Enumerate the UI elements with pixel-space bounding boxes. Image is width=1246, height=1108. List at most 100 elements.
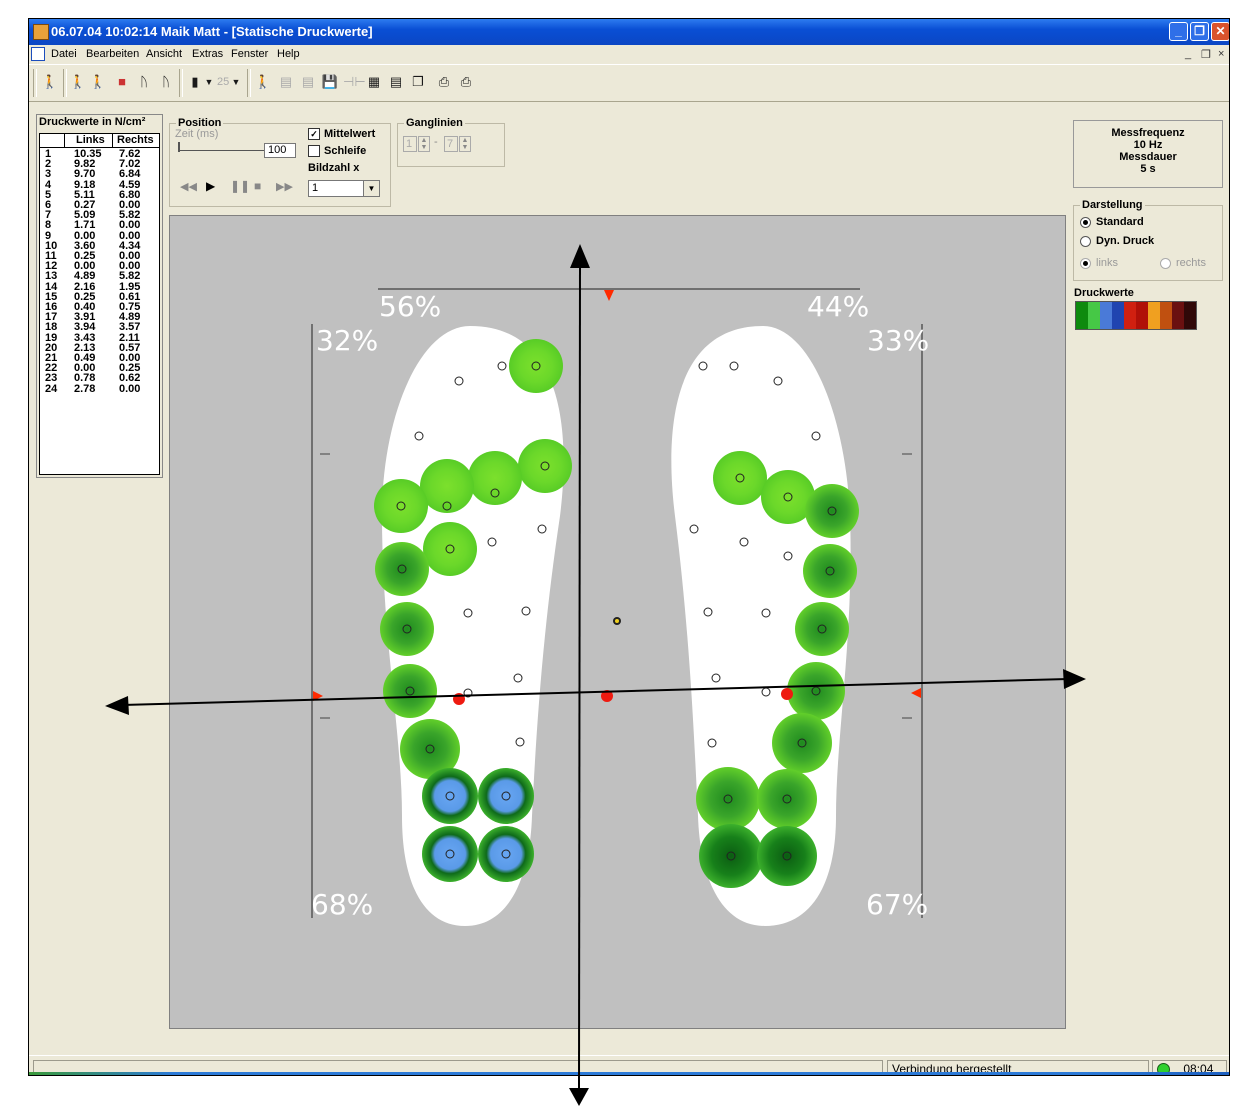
table-row: 8 1.71 0.00 [40,219,159,232]
legend-swatch [1100,302,1112,329]
gait-analysis-icon[interactable]: 🚶 [254,73,272,91]
restore-button[interactable]: ❐ [1190,22,1209,41]
table-row: 5 5.11 6.80 [40,189,159,200]
toolbar-separator [247,69,251,97]
percent-right-top: 33% [867,324,930,357]
walking-person-icon[interactable]: 🚶 [41,73,59,91]
ganglinien-from-spinner[interactable]: ▲ ▼ [418,136,430,152]
pressure-blob [699,824,763,888]
ganglinien-group: Ganglinien 1 ▲ ▼ - 7 ▲ ▼ [397,117,505,167]
pressure-blob [772,713,832,773]
mdi-minimize-button[interactable]: _ [1185,48,1191,60]
legend-swatch [1172,302,1184,329]
percent-left-bottom: 68% [311,888,374,921]
color-grid-icon[interactable]: ■ [113,73,131,91]
play-button[interactable]: ▶ [206,179,215,193]
measure-icon[interactable]: ⊣⊢ [343,73,366,91]
toolbar: 🚶 🚶 🚶 ■ ᚢ ᚢ ▮ ▼ 25 ▼ 🚶 ▤ ▤ 💾 ⊣⊢ ▦ ▤ ❐ ⎙ … [29,64,1229,102]
pressure-values-panel: Druckwerte in N/cm² Links Rechts 1 10.35 7… [36,114,163,478]
row-number: 23 [45,372,58,385]
percent-top-right: 44% [807,290,870,323]
menu-ansicht[interactable]: Ansicht [146,48,182,60]
bildzahl-select[interactable]: 1 ▼ [308,180,380,197]
check-icon: ✓ [308,128,320,141]
schleife-label: Schleife [324,145,367,157]
table-row: 9 0.00 0.00 [40,230,159,241]
rewind-button[interactable]: ◀◀ [180,180,197,193]
minimize-button[interactable]: _ [1169,22,1188,41]
mittelwert-label: Mittelwert [324,128,376,140]
export-icon[interactable]: ▤ [299,73,317,91]
table-row: 19 3.43 2.11 [40,332,159,343]
radio-dyn-druck[interactable]: Dyn. Druck [1080,235,1154,247]
rechts-value: 6.84 [119,168,141,181]
zeit-input[interactable]: 100 [264,143,296,158]
zeit-slider[interactable] [178,150,264,151]
radio-standard[interactable]: Standard [1080,216,1144,228]
menu-help[interactable]: Help [277,48,300,60]
foot-outline-icon[interactable]: ᚢ [135,73,153,91]
darstellung-title: Darstellung [1080,199,1145,211]
radio-links[interactable]: links [1080,257,1118,269]
legend-swatch [1112,302,1124,329]
print-icon[interactable]: ⎙ [435,73,453,91]
feet-icon[interactable]: ᚢ [157,73,175,91]
menu-datei[interactable]: Datei [51,48,77,60]
legend-swatch [1148,302,1160,329]
app-icon[interactable] [33,24,49,40]
menu-fenster[interactable]: Fenster [231,48,268,60]
messdauer-label: Messdauer [1119,151,1177,163]
data-binary-icon[interactable]: ▦ [365,73,383,91]
radio-rechts[interactable]: rechts [1160,257,1206,269]
document-icon[interactable] [31,47,45,61]
ganglinien-title: Ganglinien [404,117,465,129]
table-row: 24 2.78 0.00 [40,383,159,394]
chevron-down-icon[interactable]: ▼ [363,181,379,196]
stop-button[interactable]: ■ [254,179,261,193]
menu-extras[interactable]: Extras [192,48,223,60]
mdi-restore-button[interactable]: ❐ [1201,48,1211,61]
slider-thumb[interactable] [178,142,180,152]
ganglinien-to-spinner[interactable]: ▲ ▼ [459,136,471,152]
left-foot-person-icon[interactable]: 🚶 [69,73,87,91]
close-button[interactable]: ✕ [1211,22,1229,41]
messfrequenz-label: Messfrequenz [1111,127,1185,139]
links-value: 9.70 [74,168,96,181]
table-row: 22 0.00 0.25 [40,363,159,374]
pressure-blob [795,602,849,656]
links-value: 4.89 [74,270,96,283]
pause-button[interactable]: ❚❚ [230,179,250,193]
zoom-value[interactable]: 25 [217,76,229,88]
save-icon[interactable]: 💾 [321,73,339,91]
report-icon[interactable]: ▤ [387,73,405,91]
pressure-blob [478,826,534,882]
pressure-plot-area[interactable]: 56% 44% 32% 33% 68% 67% [169,215,1066,1029]
print-preview-icon[interactable]: ⎙ [457,73,475,91]
standard-label: Standard [1096,216,1144,228]
messfrequenz-value: 10 Hz [1133,139,1163,151]
forward-button[interactable]: ▶▶ [276,180,293,193]
chevron-down-icon[interactable]: ▼ [204,73,214,91]
links-value: 1.71 [74,219,96,232]
percent-left-top: 32% [316,324,379,357]
mdi-close-button[interactable]: × [1218,48,1224,60]
table-row: 1 10.35 7.62 [40,149,159,160]
chevron-down-icon[interactable]: ▼ [231,73,241,91]
mittelwert-checkbox[interactable]: ✓ Mittelwert [308,128,376,141]
ganglinien-from-input[interactable]: 1 [403,136,417,152]
range-dash: - [434,136,438,148]
rechts-value: 3.57 [119,321,141,334]
paint-bucket-icon[interactable]: ▮ [186,73,204,91]
arrow-down-icon [569,1088,589,1106]
taskbar-strip [29,1072,1229,1075]
ganglinien-to-input[interactable]: 7 [444,136,458,152]
title-bar[interactable]: 06.07.04 10:02:14 Maik Matt - [Statische… [29,19,1229,45]
menu-bearbeiten[interactable]: Bearbeiten [86,48,139,60]
schleife-checkbox[interactable]: Schleife [308,145,367,158]
copy-icon[interactable]: ❐ [409,73,427,91]
right-foot-person-icon[interactable]: 🚶 [89,73,107,91]
pressure-color-legend [1075,301,1197,330]
dyn-druck-label: Dyn. Druck [1096,235,1155,247]
pressure-blob [509,339,563,393]
import-icon[interactable]: ▤ [277,73,295,91]
